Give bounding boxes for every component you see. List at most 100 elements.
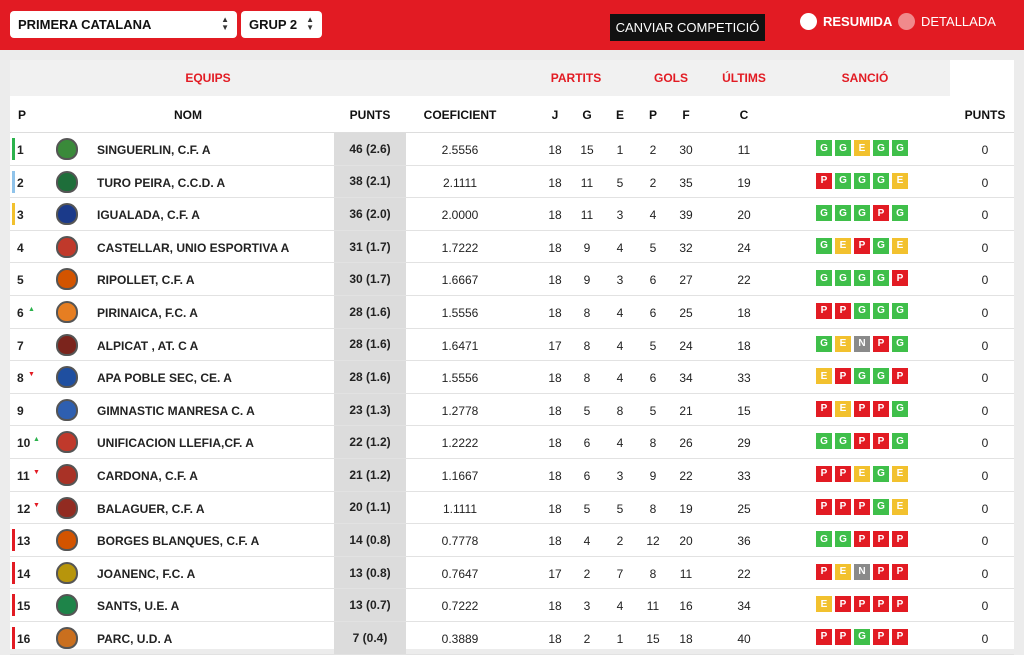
- table-row[interactable]: 16 PARC, U.D. A7 (0.4) 0.3889 18 2 1 15 18 40 P P G…: [10, 621, 1014, 655]
- position: 9: [17, 403, 24, 418]
- result-badge: P: [873, 205, 889, 222]
- position: 10: [17, 436, 31, 451]
- top-bar: PRIMERA CATALANA ▲ ▼ GRUP 2 ▲ ▼ CANVIAR CO…: [0, 0, 1024, 50]
- sanction-points: 0: [981, 208, 989, 223]
- stat-j: 18: [548, 501, 562, 516]
- last-results: GEPGE: [816, 237, 911, 254]
- stat-f: 19: [679, 501, 693, 516]
- result-badge: G: [835, 531, 851, 548]
- team-points: 14 (0.8): [334, 524, 406, 556]
- column-header: P NOM PUNTS COEFICIENT J G E P F C PUNTS: [10, 96, 1014, 133]
- result-badge: G: [873, 498, 889, 515]
- change-competition-button[interactable]: CANVIAR COMPETICIÓ: [610, 14, 765, 41]
- result-badge: P: [892, 563, 908, 580]
- stat-c: 24: [737, 240, 751, 255]
- result-badge: G: [854, 172, 870, 189]
- team-points: 38 (2.1): [334, 165, 406, 198]
- table-row[interactable]: 11 ▼ CARDONA, C.F. A 21 (1.2) 1.1667 18 6 3 9 22 3…: [10, 458, 1014, 492]
- table-row[interactable]: 9 GIMNASTIC MANRESA C. A 23 (1.3) 1.2778 18 5…: [10, 393, 1014, 427]
- stat-p: 2: [649, 143, 657, 157]
- col-nom: NOM: [174, 108, 202, 122]
- radio-selected-icon: [800, 13, 817, 30]
- stat-f: 26: [679, 436, 693, 451]
- table-row[interactable]: 8 ▼ APA POBLE SEC, CE. A 28 (1.6) 1.5556 18 8 4…: [10, 361, 1014, 394]
- team-name[interactable]: RIPOLLET, C.F. A: [97, 273, 195, 287]
- position: 13: [17, 534, 31, 549]
- team-name[interactable]: ALPICAT , AT. C A: [97, 339, 198, 353]
- result-badge: E: [892, 465, 908, 482]
- table-row[interactable]: 2 TURO PEIRA, C.C.D. A 38 (2.1) 2.1111 18 11 5…: [10, 165, 1014, 199]
- group-select[interactable]: GRUP 2 ▲ ▼: [241, 11, 322, 38]
- stat-g: 9: [583, 240, 591, 255]
- result-badge: G: [816, 433, 832, 450]
- stat-c: 40: [737, 631, 751, 646]
- col-f: F: [682, 108, 690, 122]
- table-row[interactable]: 12 ▼ BALAGUER, C.F. A 20 (1.1) 1.1111 18 5 5 8 19…: [10, 491, 1014, 525]
- coefficient: 1.1111: [442, 501, 478, 516]
- stat-g: 5: [583, 501, 591, 516]
- stat-g: 15: [580, 143, 594, 157]
- col-c: C: [739, 108, 749, 122]
- table-row[interactable]: 4 CASTELLAR, UNIO ESPORTIVA A 31 (1.7) 1.72…: [10, 230, 1014, 264]
- stat-e: 4: [616, 371, 624, 386]
- team-name[interactable]: IGUALADA, C.F. A: [97, 208, 200, 222]
- stat-p: 15: [646, 631, 660, 646]
- stat-p: 6: [649, 305, 657, 320]
- result-badge: G: [892, 400, 908, 417]
- standings-table: EQUIPS PARTITS GOLS ÚLTIMS SANCIÓ P NOM …: [10, 60, 1014, 655]
- competition-select[interactable]: PRIMERA CATALANA ▲ ▼: [10, 11, 237, 38]
- table-row[interactable]: 3 IGUALADA, C.F. A 36 (2.0) 2.0000 18 11 3 4 39 2…: [10, 198, 1014, 231]
- team-name[interactable]: UNIFICACION LLEFIA,CF. A: [97, 436, 254, 450]
- result-badge: P: [854, 531, 870, 548]
- result-badge: N: [854, 563, 870, 580]
- team-name[interactable]: CARDONA, C.F. A: [97, 469, 198, 483]
- sanction-points: 0: [981, 371, 989, 386]
- stat-j: 18: [548, 631, 562, 646]
- team-points: 13 (0.8): [334, 556, 406, 589]
- table-row[interactable]: 1 SINGUERLIN, C.F. A 46 (2.6) 2.5556 18 15 1 2 3…: [10, 133, 1014, 166]
- result-badge: P: [873, 531, 889, 548]
- team-name[interactable]: CASTELLAR, UNIO ESPORTIVA A: [97, 241, 289, 255]
- stat-c: 33: [737, 468, 751, 483]
- stat-j: 18: [548, 305, 562, 320]
- stat-f: 34: [679, 371, 693, 386]
- team-name[interactable]: BALAGUER, C.F. A: [97, 502, 205, 516]
- table-row[interactable]: 7 ALPICAT , AT. C A 28 (1.6) 1.6471 17 8 4 5 24 1…: [10, 328, 1014, 362]
- team-name[interactable]: APA POBLE SEC, CE. A: [97, 371, 232, 385]
- team-name[interactable]: SINGUERLIN, C.F. A: [97, 143, 211, 157]
- stat-p: 5: [649, 338, 657, 353]
- radio-detail[interactable]: DETALLADA: [898, 13, 996, 30]
- result-badge: P: [835, 465, 851, 482]
- last-results: GGGPG: [816, 205, 911, 222]
- stat-p: 5: [649, 240, 657, 255]
- table-row[interactable]: 13 BORGES BLANQUES, C.F. A 14 (0.8) 0.7778 1…: [10, 524, 1014, 557]
- team-name[interactable]: PIRINAICA, F.C. A: [97, 306, 198, 320]
- last-results: PEPPG: [816, 400, 911, 417]
- team-name[interactable]: SANTS, U.E. A: [97, 599, 179, 613]
- chevron-updown-icon: ▲ ▼: [221, 15, 229, 32]
- table-row[interactable]: 5 RIPOLLET, C.F. A 30 (1.7) 1.6667 18 9 3 6 27 22…: [10, 263, 1014, 296]
- stat-j: 18: [548, 143, 562, 157]
- team-name[interactable]: TURO PEIRA, C.C.D. A: [97, 176, 225, 190]
- stat-p: 8: [649, 501, 657, 516]
- table-row[interactable]: 14 JOANENC, F.C. A 13 (0.8) 0.7647 17 2 7 8 11 22…: [10, 556, 1014, 590]
- stat-c: 18: [737, 338, 751, 353]
- team-crest-icon: [56, 431, 78, 454]
- radio-summary[interactable]: RESUMIDA: [800, 13, 892, 30]
- team-name[interactable]: JOANENC, F.C. A: [97, 567, 195, 581]
- team-name[interactable]: GIMNASTIC MANRESA C. A: [97, 404, 255, 418]
- table-row[interactable]: 10 ▲ UNIFICACION LLEFIA,CF. A 22 (1.2) 1.222…: [10, 426, 1014, 459]
- stat-j: 18: [548, 468, 562, 483]
- team-name[interactable]: BORGES BLANQUES, C.F. A: [97, 534, 259, 548]
- stat-e: 3: [616, 468, 624, 483]
- team-points: 22 (1.2): [334, 426, 406, 458]
- trend-down-icon: ▼: [28, 371, 35, 379]
- stat-e: 4: [616, 305, 624, 320]
- table-row[interactable]: 15 SANTS, U.E. A 13 (0.7) 0.7222 18 3 4 11 16 34 E…: [10, 589, 1014, 622]
- stat-c: 33: [737, 371, 751, 386]
- table-row[interactable]: 6 ▲ PIRINAICA, F.C. A 28 (1.6) 1.5556 18 8 4 6 25…: [10, 295, 1014, 329]
- stat-c: 36: [737, 534, 751, 549]
- last-results: GGPPP: [816, 531, 911, 548]
- sanction-points: 0: [981, 338, 989, 353]
- team-name[interactable]: PARC, U.D. A: [97, 632, 172, 646]
